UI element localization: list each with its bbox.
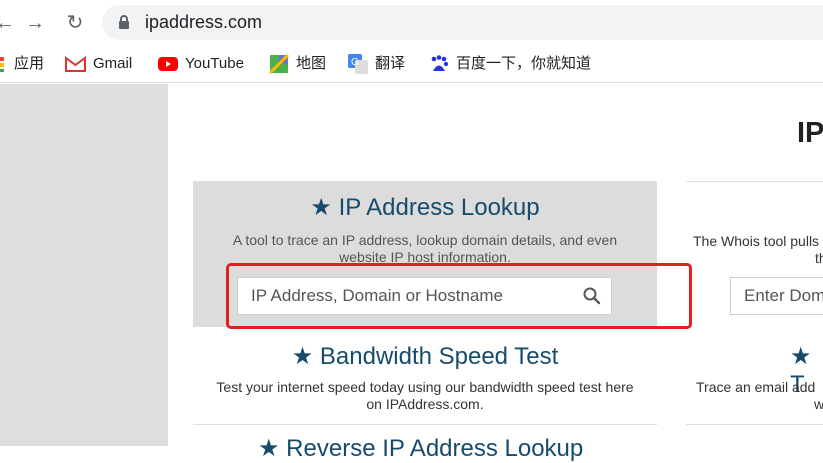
- translate-icon: G: [348, 54, 368, 75]
- ip-lookup-title[interactable]: ★ IP Address Lookup: [193, 193, 657, 222]
- apps-icon: [0, 57, 4, 73]
- bookmark-baidu[interactable]: 百度一下，你就知道: [429, 54, 591, 74]
- youtube-icon: [158, 57, 178, 72]
- page-content: IP ★ IP Address Lookup A tool to trace a…: [0, 84, 823, 462]
- maps-icon: [269, 54, 289, 75]
- svg-text:G: G: [351, 57, 359, 68]
- reload-icon[interactable]: ↻: [62, 10, 88, 36]
- bookmark-apps[interactable]: 应用: [0, 54, 44, 74]
- bookmark-maps[interactable]: 地图: [269, 54, 326, 75]
- speed-test-desc-line1: Test your internet speed today using our…: [216, 379, 634, 395]
- divider: [686, 181, 823, 182]
- highlight-box: [226, 263, 692, 329]
- address-bar[interactable]: ipaddress.com: [102, 5, 823, 40]
- bookmark-youtube[interactable]: YouTube: [158, 54, 244, 74]
- reverse-ip-title[interactable]: ★ Reverse IP Address Lookup: [258, 434, 583, 463]
- bookmark-gmail[interactable]: Gmail: [65, 54, 132, 74]
- back-arrow-icon[interactable]: ←: [0, 10, 18, 36]
- divider: [686, 424, 823, 425]
- speed-test-title[interactable]: ★ Bandwidth Speed Test: [193, 342, 657, 371]
- bookmarks-bar: 应用 Gmail YouTube 地图 G 翻译 百度一下，你就知道: [0, 45, 823, 83]
- email-trace-desc-line1: Trace an email add: [696, 379, 816, 395]
- page-title: IP: [797, 117, 823, 149]
- whois-desc-line2: th: [815, 250, 823, 266]
- bookmark-translate[interactable]: G 翻译: [348, 54, 405, 75]
- divider: [193, 424, 657, 425]
- whois-input[interactable]: Enter Dom: [730, 277, 823, 315]
- gmail-icon: [65, 56, 86, 73]
- ip-lookup-desc-line1: A tool to trace an IP address, lookup do…: [232, 232, 618, 248]
- forward-arrow-icon[interactable]: →: [22, 10, 48, 36]
- url-text: ipaddress.com: [145, 12, 263, 32]
- left-sidebar: [0, 84, 168, 446]
- speed-test-desc-line2: on IPAddress.com.: [366, 396, 484, 412]
- browser-toolbar: ← → ↻ ipaddress.com: [0, 0, 823, 45]
- whois-desc-line1: The Whois tool pulls: [693, 233, 820, 249]
- baidu-icon: [431, 55, 449, 72]
- email-trace-desc-line2: w: [814, 396, 823, 412]
- lock-icon: [119, 15, 129, 29]
